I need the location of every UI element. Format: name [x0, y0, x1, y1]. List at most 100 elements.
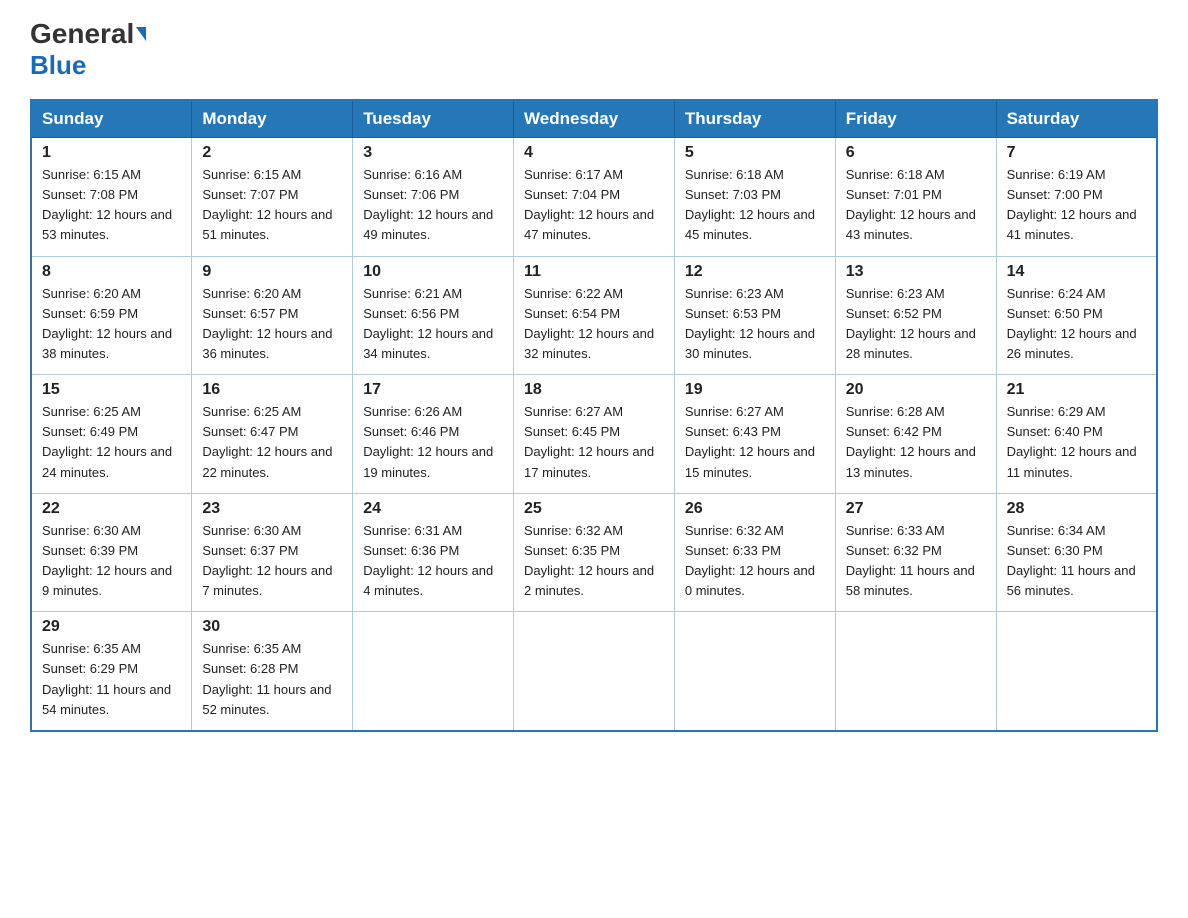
- day-info: Sunrise: 6:23 AMSunset: 6:52 PMDaylight:…: [846, 286, 976, 361]
- day-info: Sunrise: 6:31 AMSunset: 6:36 PMDaylight:…: [363, 523, 493, 598]
- day-number: 7: [1007, 144, 1146, 162]
- day-number: 15: [42, 381, 181, 399]
- day-number: 19: [685, 381, 825, 399]
- day-number: 21: [1007, 381, 1146, 399]
- weekday-header-tuesday: Tuesday: [353, 100, 514, 138]
- day-info: Sunrise: 6:32 AMSunset: 6:35 PMDaylight:…: [524, 523, 654, 598]
- weekday-header-row: SundayMondayTuesdayWednesdayThursdayFrid…: [31, 100, 1157, 138]
- logo-general-text: General: [30, 20, 134, 48]
- day-number: 29: [42, 618, 181, 636]
- calendar-day-cell: 8 Sunrise: 6:20 AMSunset: 6:59 PMDayligh…: [31, 256, 192, 375]
- day-info: Sunrise: 6:25 AMSunset: 6:47 PMDaylight:…: [202, 404, 332, 479]
- day-number: 10: [363, 263, 503, 281]
- day-number: 24: [363, 500, 503, 518]
- day-number: 30: [202, 618, 342, 636]
- calendar-day-cell: 16 Sunrise: 6:25 AMSunset: 6:47 PMDaylig…: [192, 375, 353, 494]
- calendar-day-cell: 20 Sunrise: 6:28 AMSunset: 6:42 PMDaylig…: [835, 375, 996, 494]
- calendar-day-cell: 11 Sunrise: 6:22 AMSunset: 6:54 PMDaylig…: [514, 256, 675, 375]
- calendar-day-cell: 2 Sunrise: 6:15 AMSunset: 7:07 PMDayligh…: [192, 138, 353, 257]
- day-info: Sunrise: 6:28 AMSunset: 6:42 PMDaylight:…: [846, 404, 976, 479]
- calendar-week-row: 22 Sunrise: 6:30 AMSunset: 6:39 PMDaylig…: [31, 493, 1157, 612]
- day-info: Sunrise: 6:19 AMSunset: 7:00 PMDaylight:…: [1007, 167, 1137, 242]
- calendar-day-cell: 22 Sunrise: 6:30 AMSunset: 6:39 PMDaylig…: [31, 493, 192, 612]
- day-number: 17: [363, 381, 503, 399]
- calendar-day-cell: 7 Sunrise: 6:19 AMSunset: 7:00 PMDayligh…: [996, 138, 1157, 257]
- day-number: 1: [42, 144, 181, 162]
- calendar-day-cell: 25 Sunrise: 6:32 AMSunset: 6:35 PMDaylig…: [514, 493, 675, 612]
- weekday-header-thursday: Thursday: [674, 100, 835, 138]
- day-number: 16: [202, 381, 342, 399]
- calendar-day-cell: 18 Sunrise: 6:27 AMSunset: 6:45 PMDaylig…: [514, 375, 675, 494]
- day-info: Sunrise: 6:30 AMSunset: 6:37 PMDaylight:…: [202, 523, 332, 598]
- calendar-day-cell: 10 Sunrise: 6:21 AMSunset: 6:56 PMDaylig…: [353, 256, 514, 375]
- calendar-day-cell: 1 Sunrise: 6:15 AMSunset: 7:08 PMDayligh…: [31, 138, 192, 257]
- calendar-day-cell: [996, 612, 1157, 731]
- day-info: Sunrise: 6:33 AMSunset: 6:32 PMDaylight:…: [846, 523, 975, 598]
- day-number: 3: [363, 144, 503, 162]
- day-number: 26: [685, 500, 825, 518]
- calendar-day-cell: 4 Sunrise: 6:17 AMSunset: 7:04 PMDayligh…: [514, 138, 675, 257]
- day-number: 11: [524, 263, 664, 281]
- day-number: 12: [685, 263, 825, 281]
- day-info: Sunrise: 6:30 AMSunset: 6:39 PMDaylight:…: [42, 523, 172, 598]
- calendar-day-cell: 13 Sunrise: 6:23 AMSunset: 6:52 PMDaylig…: [835, 256, 996, 375]
- day-info: Sunrise: 6:16 AMSunset: 7:06 PMDaylight:…: [363, 167, 493, 242]
- day-number: 22: [42, 500, 181, 518]
- calendar-day-cell: 27 Sunrise: 6:33 AMSunset: 6:32 PMDaylig…: [835, 493, 996, 612]
- calendar-day-cell: 28 Sunrise: 6:34 AMSunset: 6:30 PMDaylig…: [996, 493, 1157, 612]
- day-number: 14: [1007, 263, 1146, 281]
- day-info: Sunrise: 6:34 AMSunset: 6:30 PMDaylight:…: [1007, 523, 1136, 598]
- day-info: Sunrise: 6:17 AMSunset: 7:04 PMDaylight:…: [524, 167, 654, 242]
- calendar-day-cell: 26 Sunrise: 6:32 AMSunset: 6:33 PMDaylig…: [674, 493, 835, 612]
- weekday-header-sunday: Sunday: [31, 100, 192, 138]
- day-info: Sunrise: 6:20 AMSunset: 6:57 PMDaylight:…: [202, 286, 332, 361]
- logo: General Blue: [30, 20, 146, 81]
- day-info: Sunrise: 6:23 AMSunset: 6:53 PMDaylight:…: [685, 286, 815, 361]
- calendar-day-cell: [514, 612, 675, 731]
- day-info: Sunrise: 6:27 AMSunset: 6:45 PMDaylight:…: [524, 404, 654, 479]
- calendar-day-cell: 12 Sunrise: 6:23 AMSunset: 6:53 PMDaylig…: [674, 256, 835, 375]
- calendar-day-cell: 6 Sunrise: 6:18 AMSunset: 7:01 PMDayligh…: [835, 138, 996, 257]
- calendar-day-cell: 23 Sunrise: 6:30 AMSunset: 6:37 PMDaylig…: [192, 493, 353, 612]
- calendar-day-cell: 29 Sunrise: 6:35 AMSunset: 6:29 PMDaylig…: [31, 612, 192, 731]
- weekday-header-saturday: Saturday: [996, 100, 1157, 138]
- day-info: Sunrise: 6:20 AMSunset: 6:59 PMDaylight:…: [42, 286, 172, 361]
- day-info: Sunrise: 6:26 AMSunset: 6:46 PMDaylight:…: [363, 404, 493, 479]
- day-number: 6: [846, 144, 986, 162]
- weekday-header-monday: Monday: [192, 100, 353, 138]
- calendar-day-cell: [353, 612, 514, 731]
- day-info: Sunrise: 6:18 AMSunset: 7:03 PMDaylight:…: [685, 167, 815, 242]
- day-info: Sunrise: 6:15 AMSunset: 7:08 PMDaylight:…: [42, 167, 172, 242]
- calendar-week-row: 1 Sunrise: 6:15 AMSunset: 7:08 PMDayligh…: [31, 138, 1157, 257]
- day-number: 4: [524, 144, 664, 162]
- calendar-table: SundayMondayTuesdayWednesdayThursdayFrid…: [30, 99, 1158, 732]
- calendar-day-cell: 21 Sunrise: 6:29 AMSunset: 6:40 PMDaylig…: [996, 375, 1157, 494]
- day-info: Sunrise: 6:32 AMSunset: 6:33 PMDaylight:…: [685, 523, 815, 598]
- day-number: 25: [524, 500, 664, 518]
- day-info: Sunrise: 6:35 AMSunset: 6:29 PMDaylight:…: [42, 641, 171, 716]
- calendar-day-cell: 19 Sunrise: 6:27 AMSunset: 6:43 PMDaylig…: [674, 375, 835, 494]
- calendar-day-cell: 24 Sunrise: 6:31 AMSunset: 6:36 PMDaylig…: [353, 493, 514, 612]
- logo-triangle-icon: [136, 27, 146, 41]
- day-info: Sunrise: 6:25 AMSunset: 6:49 PMDaylight:…: [42, 404, 172, 479]
- day-number: 5: [685, 144, 825, 162]
- day-number: 27: [846, 500, 986, 518]
- day-number: 23: [202, 500, 342, 518]
- day-number: 18: [524, 381, 664, 399]
- day-info: Sunrise: 6:27 AMSunset: 6:43 PMDaylight:…: [685, 404, 815, 479]
- day-number: 28: [1007, 500, 1146, 518]
- calendar-week-row: 15 Sunrise: 6:25 AMSunset: 6:49 PMDaylig…: [31, 375, 1157, 494]
- logo-blue-text: Blue: [30, 50, 86, 81]
- calendar-day-cell: 14 Sunrise: 6:24 AMSunset: 6:50 PMDaylig…: [996, 256, 1157, 375]
- calendar-week-row: 8 Sunrise: 6:20 AMSunset: 6:59 PMDayligh…: [31, 256, 1157, 375]
- day-number: 8: [42, 263, 181, 281]
- day-number: 13: [846, 263, 986, 281]
- calendar-day-cell: 3 Sunrise: 6:16 AMSunset: 7:06 PMDayligh…: [353, 138, 514, 257]
- day-info: Sunrise: 6:24 AMSunset: 6:50 PMDaylight:…: [1007, 286, 1137, 361]
- weekday-header-friday: Friday: [835, 100, 996, 138]
- day-number: 9: [202, 263, 342, 281]
- day-number: 20: [846, 381, 986, 399]
- calendar-day-cell: 5 Sunrise: 6:18 AMSunset: 7:03 PMDayligh…: [674, 138, 835, 257]
- day-info: Sunrise: 6:21 AMSunset: 6:56 PMDaylight:…: [363, 286, 493, 361]
- day-info: Sunrise: 6:18 AMSunset: 7:01 PMDaylight:…: [846, 167, 976, 242]
